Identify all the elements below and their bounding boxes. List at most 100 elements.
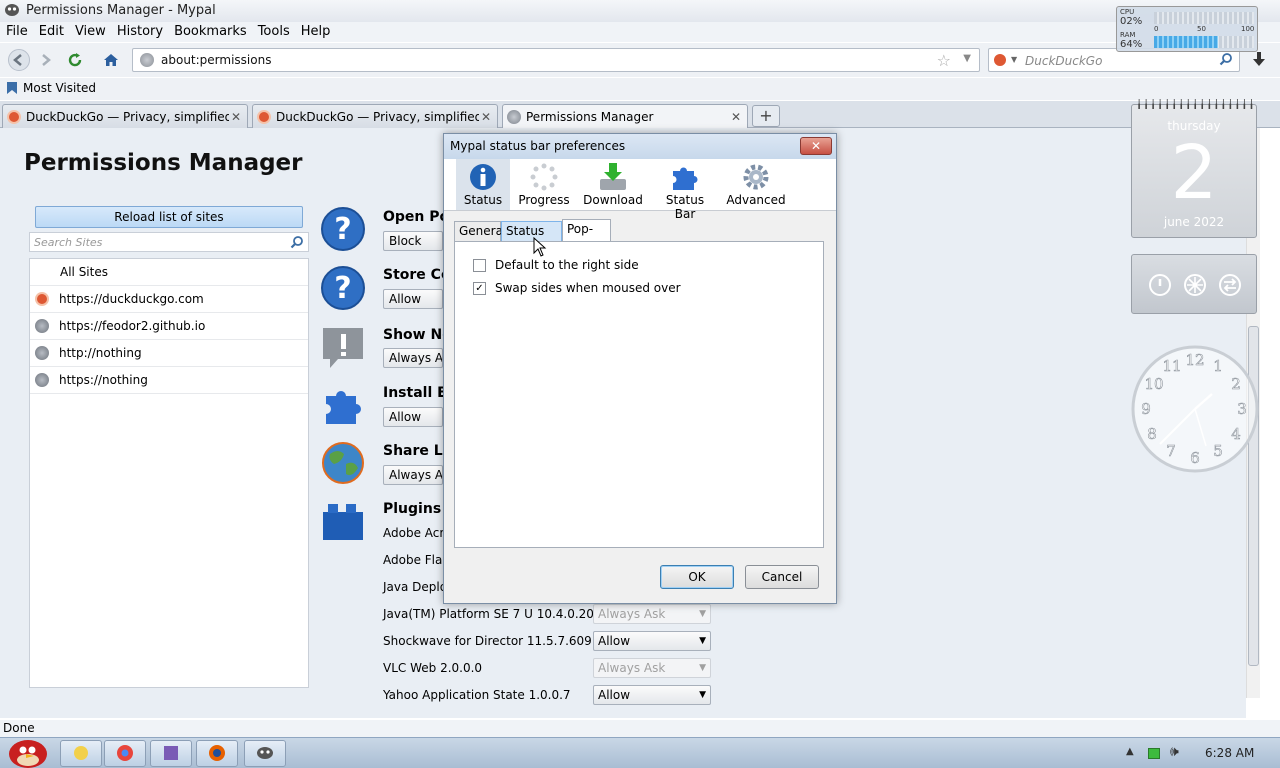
site-item-all-sites[interactable]: All Sites — [30, 259, 308, 286]
checkbox-default-right[interactable] — [473, 258, 486, 272]
globe-location-icon — [322, 442, 364, 484]
site-list: All Sites https://duckduckgo.com https:/… — [29, 258, 309, 688]
system-monitor-gadget: CPU 02% RAM 64% 0 50 100 — [1116, 6, 1258, 52]
most-visited-bookmark[interactable]: Most Visited — [6, 81, 96, 95]
analog-clock-gadget: 12 12 345 678 91011 — [1131, 345, 1259, 473]
taskbar-chrome-button[interactable] — [104, 740, 146, 767]
plugin-name: Adobe Flas — [383, 553, 449, 567]
menu-tools[interactable]: Tools — [258, 22, 290, 42]
menu-file[interactable]: File — [6, 22, 28, 42]
window-titlebar: Permissions Manager - Mypal — [0, 0, 1280, 22]
svg-text:9: 9 — [1141, 400, 1151, 418]
taskbar-firefox-button[interactable] — [196, 740, 238, 767]
svg-text:1: 1 — [1213, 357, 1223, 375]
site-item[interactable]: https://nothing — [30, 367, 308, 394]
new-tab-button[interactable]: + — [752, 105, 780, 127]
option-label: Default to the right side — [495, 258, 639, 272]
dialog-close-button[interactable]: ✕ — [800, 137, 832, 155]
option-swap-sides[interactable]: ✓ Swap sides when moused over — [473, 281, 681, 295]
mypal-logo-icon — [5, 4, 19, 16]
checkbox-swap-sides[interactable]: ✓ — [473, 281, 486, 295]
calendar-gadget: ╽╽╽╽╽╽╽╽╽╽╽╽╽╽╽╽╽╽╽╽╽╽ thursday 2 june 2… — [1131, 99, 1257, 238]
forward-button[interactable] — [34, 49, 56, 71]
tab-close-icon[interactable]: ✕ — [229, 110, 243, 124]
menu-edit[interactable]: Edit — [39, 22, 64, 42]
permission-select-location[interactable]: Always As — [383, 465, 443, 485]
permission-select-notifications[interactable]: Always As — [383, 348, 443, 368]
tab-permissions-manager[interactable]: Permissions Manager ✕ — [502, 104, 748, 129]
plugin-select: Always Ask ▼ — [593, 658, 711, 678]
shutdown-controls-gadget — [1131, 254, 1257, 314]
pane-progress[interactable]: Progress — [518, 159, 570, 210]
chrome-icon — [117, 745, 133, 761]
site-item[interactable]: https://duckduckgo.com — [30, 286, 308, 313]
permission-select-install[interactable]: Allow — [383, 407, 443, 427]
url-dropdown-icon[interactable]: ▼ — [963, 53, 971, 64]
status-bar: Done — [0, 720, 1280, 737]
taskbar-mypal-button[interactable] — [244, 740, 286, 767]
tab-close-icon[interactable]: ✕ — [729, 110, 743, 124]
pane-advanced[interactable]: Advanced — [726, 159, 786, 210]
tab-duckduckgo-1[interactable]: DuckDuckGo — Privacy, simplified. ✕ — [2, 104, 248, 128]
subtab-status-bar[interactable]: Status Bar — [501, 221, 562, 257]
menu-history[interactable]: History — [117, 22, 163, 42]
taskbar-clock[interactable]: 6:28 AM — [1205, 746, 1254, 760]
permission-select-cookies[interactable]: Allow — [383, 289, 443, 309]
plugin-name: Yahoo Application State 1.0.0.7 — [383, 688, 571, 702]
most-visited-label: Most Visited — [23, 81, 97, 95]
plugin-select[interactable]: Allow ▼ — [593, 685, 711, 705]
site-item[interactable]: https://feodor2.github.io — [30, 313, 308, 340]
search-icon[interactable] — [1219, 52, 1233, 66]
svg-text:4: 4 — [1231, 425, 1241, 443]
svg-text:?: ? — [334, 271, 351, 306]
downloads-icon[interactable] — [1250, 51, 1268, 69]
search-icon — [290, 236, 303, 249]
pane-status[interactable]: Status — [456, 159, 510, 210]
reload-sites-button[interactable]: Reload list of sites — [35, 206, 303, 228]
site-search-input[interactable]: Search Sites — [29, 232, 309, 252]
pane-download[interactable]: Download — [582, 159, 644, 210]
engine-dropdown-icon[interactable]: ▼ — [1011, 55, 1017, 64]
tab-duckduckgo-2[interactable]: DuckDuckGo — Privacy, simplified. ✕ — [252, 104, 498, 128]
svg-text:?: ? — [334, 212, 351, 247]
ok-button[interactable]: OK — [660, 565, 734, 589]
globe-icon — [507, 110, 521, 124]
back-button[interactable] — [8, 49, 30, 71]
plugin-name: Adobe Acro — [383, 526, 452, 540]
tray-expand-icon[interactable]: ▲ — [1126, 746, 1134, 757]
subtab-popup[interactable]: Pop-up — [562, 219, 611, 255]
home-button[interactable] — [100, 49, 122, 71]
option-default-right[interactable]: Default to the right side — [473, 258, 639, 272]
menu-bookmarks[interactable]: Bookmarks — [174, 22, 247, 42]
taskbar-explorer-button[interactable] — [60, 740, 102, 767]
duckduckgo-engine-icon[interactable] — [993, 53, 1007, 67]
reload-button[interactable] — [64, 49, 86, 71]
bookmark-star-icon[interactable]: ☆ — [937, 51, 951, 70]
globe-icon — [35, 373, 49, 387]
start-button-bird-icon[interactable] — [4, 732, 50, 768]
site-item[interactable]: http://nothing — [30, 340, 308, 367]
tab-label: DuckDuckGo — Privacy, simplified. — [276, 109, 479, 124]
cancel-button[interactable]: Cancel — [745, 565, 819, 589]
site-label: http://nothing — [59, 346, 142, 360]
network-icon[interactable] — [1148, 748, 1160, 759]
plugin-select-value: Always Ask — [598, 661, 666, 675]
menu-help[interactable]: Help — [301, 22, 331, 42]
permission-select-popups[interactable]: Block — [383, 231, 443, 251]
site-identity-globe-icon — [140, 53, 154, 67]
subtab-general[interactable]: General — [454, 221, 506, 241]
tab-close-icon[interactable]: ✕ — [479, 110, 493, 124]
menu-view[interactable]: View — [75, 22, 106, 42]
plugin-select[interactable]: Allow ▼ — [593, 631, 711, 651]
switch-user-icon[interactable] — [1218, 273, 1242, 297]
volume-icon[interactable]: 🕪 — [1170, 744, 1179, 760]
plugin-brick-icon — [323, 504, 363, 540]
mouse-cursor-icon — [533, 237, 547, 257]
taskbar-app-button[interactable] — [150, 740, 192, 767]
tab-strip: DuckDuckGo — Privacy, simplified. ✕ Duck… — [0, 101, 1280, 129]
sleep-icon[interactable] — [1183, 273, 1207, 297]
pane-status-bar[interactable]: Status Bar — [654, 159, 716, 221]
power-icon[interactable] — [1148, 273, 1172, 297]
firefox-icon — [209, 745, 225, 761]
url-bar[interactable]: about:permissions ☆ ▼ — [132, 48, 980, 72]
